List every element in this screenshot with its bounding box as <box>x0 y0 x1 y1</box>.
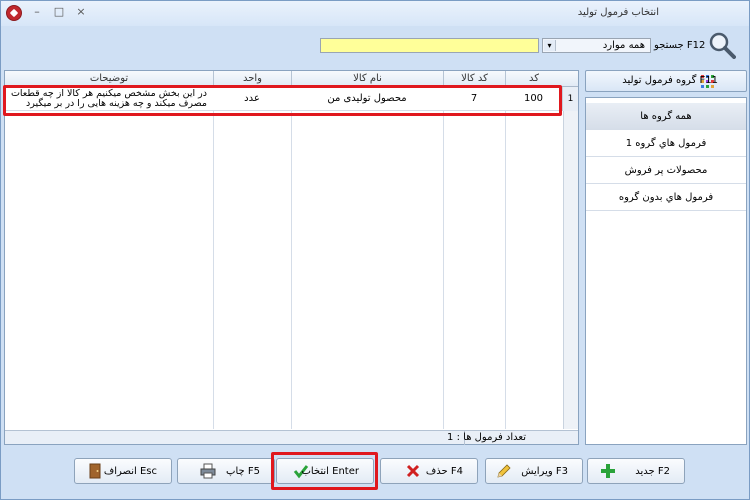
column-divider <box>213 87 214 429</box>
print-button-label: چاپ F5 <box>226 466 260 477</box>
row-description: در این بخش مشخص میکنیم هر کالا از چه قطع… <box>10 88 207 109</box>
close-button[interactable]: × <box>71 4 91 20</box>
maximize-button[interactable]: □ <box>49 4 69 20</box>
printer-icon <box>200 463 216 479</box>
column-header-product-code[interactable]: کد کالا <box>443 71 505 87</box>
select-button-label: انتخاب Enter <box>301 466 359 477</box>
minimize-button[interactable]: – <box>27 4 47 20</box>
table-row[interactable]: در این بخش مشخص میکنیم هر کالا از چه قطع… <box>5 87 578 111</box>
formula-count: تعداد فرمول ها : 1 <box>447 432 526 443</box>
column-divider <box>443 87 444 429</box>
new-button-label: جدید F2 <box>635 466 670 477</box>
formula-table[interactable]: توضیحات واحد نام کالا کد کالا کد در این … <box>4 70 579 445</box>
groups-list: همه گروه ها فرمول هاي گروه 1 محصولات پر … <box>585 97 747 445</box>
row-product-code: 7 <box>470 93 478 104</box>
filter-dropdown[interactable]: ▾ همه موارد <box>542 38 651 53</box>
search-bar: ▾ همه موارد جستجو F12 <box>1 26 749 66</box>
action-bar: جدید F2 ویرایش F3 حذف F4 انتخاب Enter چا… <box>1 447 749 499</box>
new-button[interactable]: جدید F2 <box>587 458 685 484</box>
column-header-product-name[interactable]: نام کالا <box>291 71 443 87</box>
delete-button-label: حذف F4 <box>425 466 463 477</box>
print-button[interactable]: چاپ F5 <box>177 458 275 484</box>
exit-door-icon <box>89 463 101 479</box>
cancel-button-label: انصراف Esc <box>103 466 157 477</box>
group-item-group-1[interactable]: فرمول هاي گروه 1 <box>586 130 746 157</box>
column-divider <box>505 87 506 429</box>
formula-selection-window: – □ × انتخاب فرمول تولید ▾ همه موارد جست… <box>0 0 750 500</box>
delete-x-icon <box>406 464 420 478</box>
column-divider <box>291 87 292 429</box>
row-unit: عدد <box>244 93 260 104</box>
edit-button[interactable]: ویرایش F3 <box>485 458 583 484</box>
search-icon[interactable] <box>708 31 736 59</box>
column-header-description[interactable]: توضیحات <box>5 71 213 87</box>
row-code: 100 <box>523 93 544 104</box>
pencil-icon <box>497 464 511 478</box>
filter-dropdown-value: همه موارد <box>602 40 645 51</box>
column-header-code[interactable]: کد <box>505 71 562 87</box>
group-item-all[interactable]: همه گروه ها <box>586 103 746 130</box>
chevron-down-icon[interactable]: ▾ <box>544 40 556 51</box>
title-bar: – □ × انتخاب فرمول تولید <box>1 1 749 26</box>
search-input[interactable] <box>320 38 539 53</box>
formula-groups-button[interactable]: گروه فرمول تولید F11 <box>585 70 747 92</box>
plus-icon <box>601 464 615 478</box>
formula-groups-label: گروه فرمول تولید F11 <box>622 75 718 86</box>
row-product-name: محصول تولیدی من <box>327 93 407 104</box>
delete-button[interactable]: حذف F4 <box>380 458 478 484</box>
column-header-unit[interactable]: واحد <box>213 71 291 87</box>
edit-button-label: ویرایش F3 <box>521 466 568 477</box>
row-number: 1 <box>562 87 578 111</box>
group-item-ungrouped[interactable]: فرمول هاي بدون گروه <box>586 184 746 211</box>
window-title: انتخاب فرمول تولید <box>577 7 659 18</box>
app-logo-icon <box>6 5 22 21</box>
table-header: توضیحات واحد نام کالا کد کالا کد <box>5 71 578 87</box>
cancel-button[interactable]: انصراف Esc <box>74 458 172 484</box>
group-item-best-sellers[interactable]: محصولات پر فروش <box>586 157 746 184</box>
table-footer: تعداد فرمول ها : 1 <box>5 430 578 445</box>
vertical-scrollbar[interactable] <box>563 111 578 429</box>
search-label: جستجو F12 <box>654 40 706 51</box>
select-button[interactable]: انتخاب Enter <box>276 458 374 484</box>
